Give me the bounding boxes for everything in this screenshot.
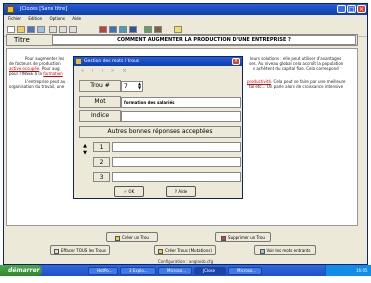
create-hole-icon [115, 235, 121, 241]
clear-all-holes-button[interactable]: Effacer TOUS les Trous [50, 245, 110, 255]
alt-answer-3-field[interactable] [112, 172, 241, 182]
title-field[interactable]: COMMENT AUGMENTER LA PRODUCTION D'UNE EN… [52, 35, 356, 45]
view-icon [259, 248, 265, 254]
alt-number-1: 1 [93, 142, 110, 152]
paste-icon[interactable] [69, 26, 77, 33]
trou-number: 7 [124, 83, 128, 90]
dialog-app-icon [76, 59, 81, 64]
alt-spinner[interactable]: ▲ ▼ [81, 143, 89, 157]
menu-bar: Fichier Edition Options Aide [4, 15, 367, 23]
doc-line-6: organisation du travail, une [9, 84, 65, 89]
doc-line-3-right: s achètent du capital fixe. Cela corresp… [253, 66, 339, 71]
help-icon[interactable] [174, 26, 182, 33]
new-icon[interactable] [7, 26, 15, 33]
prev-icon[interactable]: ‹ [89, 68, 96, 75]
view-words-button[interactable]: Voir les mots entrants [254, 245, 316, 255]
export-icon[interactable] [129, 26, 137, 33]
status-bar: Configuration : anglaisb.cfg [157, 259, 214, 264]
title-bar[interactable]: JClozes [Sans titre] _ □ × [4, 4, 367, 15]
save-as-icon[interactable] [37, 26, 45, 33]
task-explorer[interactable]: 3 Explo... [120, 267, 156, 275]
doc-line-4: pour l'INSEE à la formation [9, 71, 63, 76]
trou-spinner[interactable]: ▲ ▼ [137, 82, 142, 91]
alt-answer-2-field[interactable] [112, 157, 241, 167]
menu-options[interactable]: Options [49, 16, 64, 21]
minimize-button[interactable]: _ [337, 5, 346, 13]
config-icon[interactable] [154, 26, 162, 33]
indice-field[interactable] [121, 111, 241, 122]
alt-number-3: 3 [93, 172, 110, 182]
alt-answer-1-field[interactable] [112, 142, 241, 152]
check-icon: ✔ [123, 189, 128, 194]
copy-icon[interactable] [59, 26, 67, 33]
hole-icon[interactable] [99, 26, 107, 33]
list-icon[interactable] [119, 26, 127, 33]
title-label: Titre [14, 36, 30, 44]
delete-hole-icon [221, 235, 227, 241]
delete-icon[interactable]: × [121, 68, 128, 75]
alt-number-2: 2 [93, 157, 110, 167]
delete-hole-button[interactable]: Supprimer un Trou [215, 232, 271, 242]
cut-icon[interactable] [49, 26, 57, 33]
first-icon[interactable]: « [79, 68, 86, 75]
window-title: JClozes [Sans titre] [20, 6, 68, 12]
clear-icon [53, 248, 59, 254]
menu-fichier[interactable]: Fichier [8, 16, 21, 21]
delete-hole-icon[interactable] [109, 26, 117, 33]
holes-dialog: Gestion des mots / trous × « ‹ › » × Tro… [73, 56, 243, 199]
clock: 16:05 [356, 268, 368, 273]
save-icon[interactable] [27, 26, 35, 33]
create-all-holes-button[interactable]: Créer Trous (Mutations) [154, 245, 216, 255]
doc-line-6-right: tal etc... On parle alors de croissance … [249, 84, 344, 89]
menu-aide[interactable]: Aide [72, 16, 81, 21]
mot-field[interactable]: formation des salariés [121, 97, 241, 108]
create-hole-button[interactable]: Créer un Trou [106, 232, 158, 242]
dialog-toolbar: « ‹ › » × [77, 68, 237, 76]
task-hotpo[interactable]: HotPo... [88, 267, 118, 275]
maximize-button[interactable]: □ [347, 5, 356, 13]
question-icon: ? [174, 189, 178, 194]
menu-edition[interactable]: Edition [28, 16, 42, 21]
close-button[interactable]: × [357, 5, 366, 13]
task-jclose[interactable]: JClose [194, 267, 226, 275]
last-icon[interactable]: » [109, 68, 116, 75]
dialog-title: Gestion des mots / trous [84, 59, 140, 64]
dialog-title-bar[interactable]: Gestion des mots / trous × [74, 57, 242, 66]
next-icon[interactable]: › [99, 68, 106, 75]
open-icon[interactable] [17, 26, 25, 33]
alt-answers-header: Autres bonnes réponses acceptées [79, 126, 241, 138]
app-icon [7, 6, 14, 13]
ok-button[interactable]: ✔ OK [114, 186, 144, 197]
start-button[interactable]: démarrer [0, 265, 42, 276]
create-all-icon [158, 248, 164, 254]
indice-label: Indice [79, 110, 121, 122]
task-microsoft-2[interactable]: Microso... [228, 267, 262, 275]
help-button[interactable]: ? Aide [166, 186, 196, 197]
trou-label: Trou # [79, 80, 121, 92]
mot-label: Mot [79, 96, 121, 108]
task-microsoft-1[interactable]: Microso... [158, 267, 192, 275]
dialog-close-button[interactable]: × [232, 58, 240, 65]
web-icon[interactable] [144, 26, 152, 33]
